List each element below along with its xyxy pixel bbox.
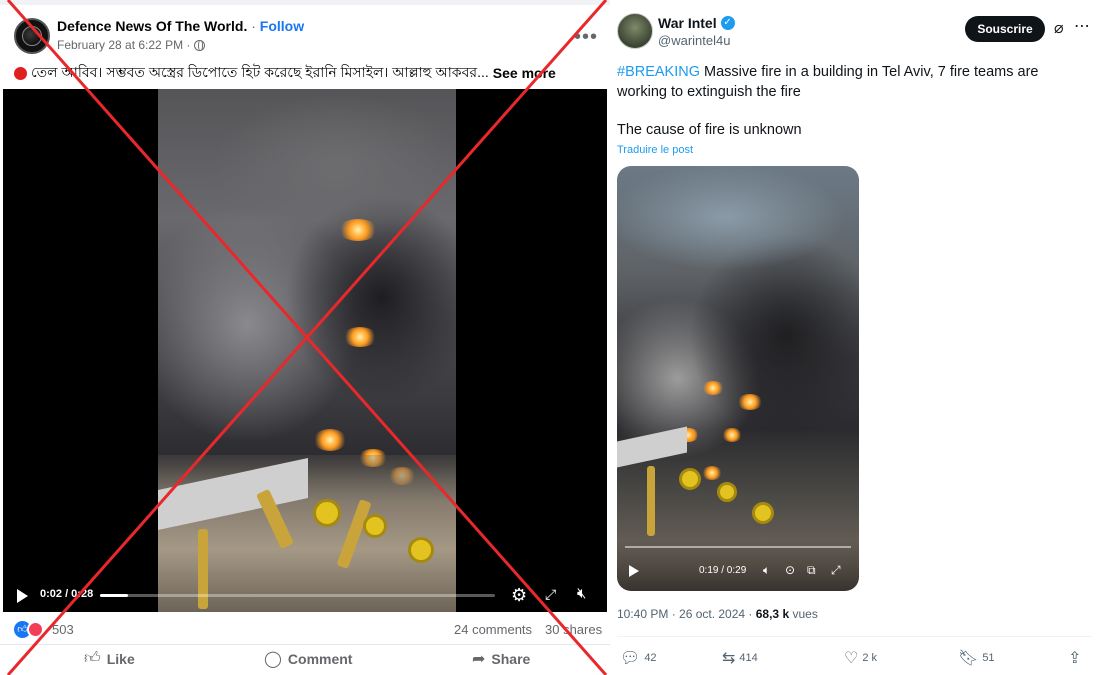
more-options-icon[interactable]: •••: [574, 26, 598, 49]
picture-in-picture-icon[interactable]: ⧉: [807, 563, 816, 578]
fullscreen-icon[interactable]: ⤢: [831, 563, 841, 578]
post-actions: 👍︎ Like ◯ Comment ➦ Share: [0, 644, 610, 670]
comment-bubble-icon: ◯: [264, 651, 282, 668]
settings-icon[interactable]: ⊙: [785, 563, 795, 577]
like-count: 2 k: [862, 652, 878, 664]
video-seek-progress: [100, 594, 128, 597]
page-name-link[interactable]: Defence News Of The World.: [57, 18, 247, 34]
video-time: 0:02 / 0:28: [40, 588, 94, 600]
share-arrow-icon: ➦: [472, 651, 486, 668]
page-header: Defence News Of The World. · Follow: [57, 18, 304, 34]
post-meta: 10:40 PM · 26 oct. 2024 · 68,3 k vues: [617, 607, 818, 621]
caption-text: তেল আবিব। সম্ভবত অস্ত্রের ডিপোতে হিট করে…: [31, 64, 489, 80]
views-count: 68,3 k: [755, 607, 790, 621]
bookmark-count: 51: [982, 652, 995, 664]
like-button[interactable]: 👍︎ Like: [84, 649, 135, 668]
hashtag-link[interactable]: #BREAKING: [617, 64, 700, 80]
bookmark-button[interactable]: 🔖︎ 51: [958, 648, 995, 668]
verified-badge-icon: ✓: [720, 16, 735, 30]
heart-icon: ♡: [844, 650, 859, 667]
comment-button[interactable]: ◯ Comment: [264, 649, 352, 669]
share-button[interactable]: ⇪: [1068, 648, 1081, 668]
comments-count[interactable]: 24 comments: [454, 622, 532, 637]
play-icon[interactable]: [629, 565, 639, 577]
x-post: War Intel ✓ @warintel4u Souscrire ⌀ ⋯ #B…: [612, 0, 1100, 675]
post-text-second-line: The cause of fire is unknown: [617, 122, 802, 138]
reaction-count[interactable]: 503: [52, 622, 74, 637]
engagement-stats: 👍︎ 503 24 comments 30 shares: [14, 620, 604, 638]
separator-dot: ·: [251, 18, 256, 34]
subscribe-button[interactable]: Souscrire: [965, 16, 1045, 42]
video-seek-bar[interactable]: [100, 594, 495, 597]
share-label: Share: [491, 651, 531, 667]
views-label: vues: [792, 607, 818, 621]
reply-bubble-icon: 💬︎: [620, 650, 641, 667]
share-button[interactable]: ➦ Share: [472, 649, 530, 669]
video-frame: [158, 89, 456, 612]
see-more-link[interactable]: See more: [493, 65, 556, 81]
video-player[interactable]: 0:19 / 0:29 🔈︎ ⊙ ⧉ ⤢: [617, 166, 859, 591]
repost-button[interactable]: ⇆ 414: [722, 648, 758, 668]
like-label: Like: [106, 650, 135, 667]
play-icon[interactable]: [17, 589, 28, 603]
video-seek-bar[interactable]: [625, 546, 851, 548]
follow-button[interactable]: Follow: [260, 18, 304, 34]
facebook-post: Defence News Of The World. · Follow Febr…: [0, 0, 610, 675]
volume-muted-icon[interactable]: 🔇︎: [577, 585, 586, 602]
author-display-name: War Intel: [658, 15, 717, 31]
reply-count: 42: [644, 652, 657, 664]
globe-icon: [194, 39, 206, 51]
translate-post-link[interactable]: Traduire le post: [617, 144, 693, 156]
volume-icon[interactable]: 🔈︎: [763, 563, 770, 578]
video-time: 0:19 / 0:29: [699, 565, 747, 576]
post-date: February 28 at 6:22 PM ·: [57, 38, 206, 52]
like-button[interactable]: ♡ 2 k: [844, 648, 877, 668]
more-options-icon[interactable]: ⋯: [1074, 16, 1090, 36]
repost-icon: ⇆: [722, 650, 736, 667]
video-player[interactable]: [3, 89, 607, 612]
page-avatar[interactable]: [14, 18, 50, 54]
post-caption: তেল আবিব। সম্ভবত অস্ত্রের ডিপোতে হিট করে…: [14, 61, 556, 85]
reply-button[interactable]: 💬︎ 42: [620, 648, 657, 668]
author-avatar[interactable]: [617, 13, 653, 49]
post-text: #BREAKING Massive fire in a building in …: [617, 62, 1092, 102]
bookmark-icon: 🔖︎: [958, 650, 979, 667]
author-name[interactable]: War Intel ✓: [658, 15, 735, 31]
love-reaction-icon: [27, 621, 44, 638]
repost-count: 414: [739, 652, 758, 664]
author-handle[interactable]: @warintel4u: [658, 33, 730, 48]
shares-count[interactable]: 30 shares: [545, 622, 602, 637]
top-divider: [0, 0, 610, 5]
fullscreen-icon[interactable]: ⤢: [545, 586, 556, 603]
post-timestamp[interactable]: 10:40 PM · 26 oct. 2024 ·: [617, 607, 756, 621]
red-circle-icon: [14, 66, 27, 80]
video-controls: 0:02 / 0:28 ⚙ ⤢ 🔇︎: [3, 581, 607, 612]
comment-label: Comment: [287, 651, 353, 667]
settings-gear-icon[interactable]: ⚙: [511, 585, 527, 606]
share-upload-icon: ⇪: [1068, 650, 1082, 667]
grok-icon[interactable]: ⌀: [1054, 18, 1064, 38]
post-timestamp-link[interactable]: February 28 at 6:22 PM ·: [57, 38, 190, 52]
thumbs-up-icon: 👍︎: [84, 650, 101, 667]
divider: [617, 636, 1092, 637]
